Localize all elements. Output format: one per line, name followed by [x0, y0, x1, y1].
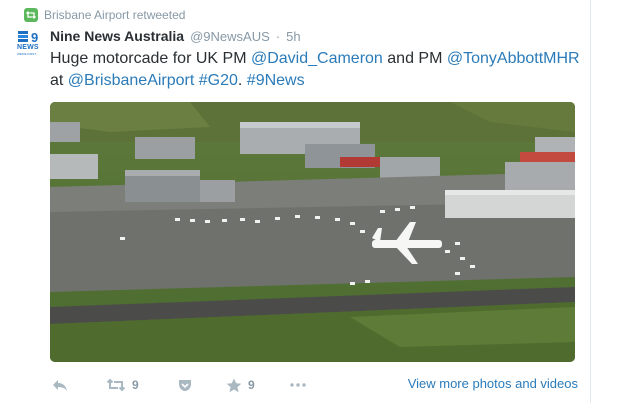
- retweeter-link[interactable]: Brisbane Airport retweeted: [44, 8, 185, 22]
- hashtag-9news[interactable]: #9News: [247, 72, 305, 89]
- star-icon: [226, 378, 242, 392]
- tweet-text: Huge motorcade for UK PM @David_Cameron …: [50, 48, 590, 92]
- svg-text:9: 9: [31, 30, 38, 45]
- reply-button[interactable]: [52, 374, 68, 396]
- retweet-context: Brisbane Airport retweeted: [24, 6, 185, 24]
- favorite-button[interactable]: 9: [226, 374, 255, 396]
- pocket-button[interactable]: [178, 374, 192, 396]
- tweet-text-at: at: [50, 72, 68, 89]
- tweet-text-middle: and PM: [382, 50, 447, 67]
- mention-tony-abbott[interactable]: @TonyAbbottMHR: [447, 50, 580, 67]
- column-divider: [590, 0, 591, 403]
- avatar[interactable]: 9 NEWS WE'RE FIRST: [17, 30, 43, 56]
- favorite-count: 9: [248, 378, 255, 392]
- aerial-airport-photo: [50, 102, 575, 362]
- mention-brisbane-airport[interactable]: @BrisbaneAirport: [68, 72, 195, 89]
- retweet-icon: [24, 8, 38, 22]
- retweet-icon: [106, 378, 126, 392]
- view-more-media-link[interactable]: View more photos and videos: [408, 376, 578, 391]
- separator-dot: ·: [275, 29, 281, 44]
- avatar-logo-text: NEWS: [17, 44, 39, 51]
- tweet-media[interactable]: [50, 102, 575, 362]
- tweet-text-prefix: Huge motorcade for UK PM: [50, 50, 251, 67]
- tweet-timestamp[interactable]: 5h: [286, 29, 300, 44]
- avatar-tagline: WE'RE FIRST: [17, 52, 37, 56]
- more-options-button[interactable]: [290, 374, 306, 396]
- reply-icon: [53, 380, 67, 391]
- retweet-count: 9: [132, 378, 139, 392]
- tweet-text-period: .: [237, 72, 247, 89]
- tweet-actions: 9 9 View more photos and videos: [50, 374, 590, 396]
- tweet-header: Nine News Australia @9NewsAUS · 5h: [50, 28, 301, 46]
- mention-david-cameron[interactable]: @David_Cameron: [251, 50, 383, 67]
- more-icon: [290, 383, 306, 387]
- hashtag-g20[interactable]: #G20: [199, 72, 238, 89]
- retweet-button[interactable]: 9: [106, 374, 139, 396]
- pocket-icon: [179, 380, 191, 391]
- author-name[interactable]: Nine News Australia: [50, 28, 184, 44]
- author-handle[interactable]: @9NewsAUS: [190, 29, 270, 44]
